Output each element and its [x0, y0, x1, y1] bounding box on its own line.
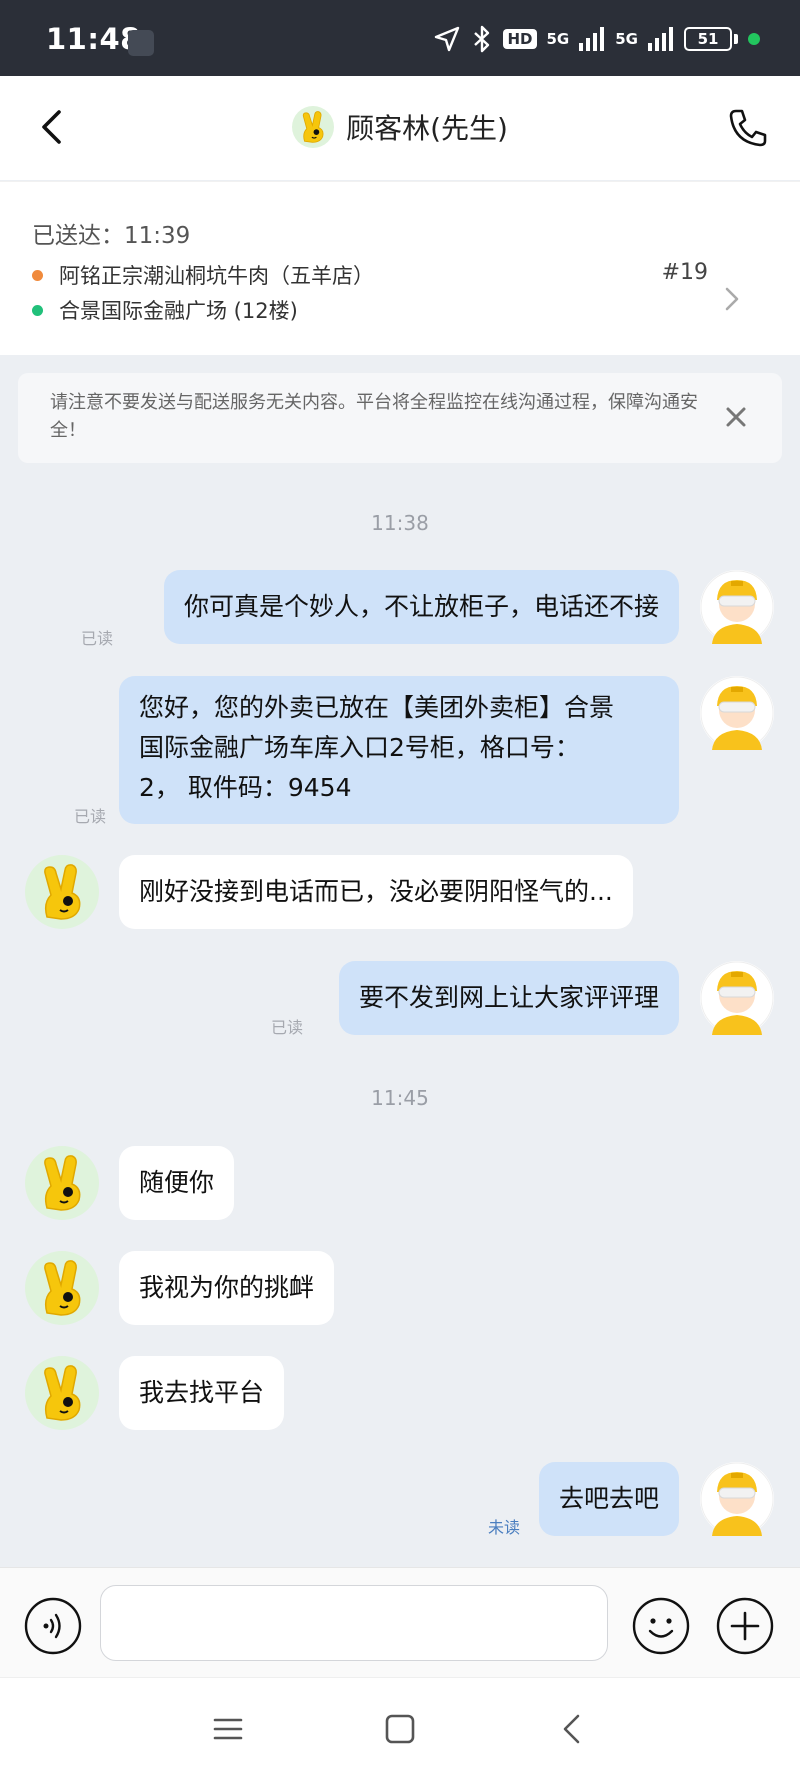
destination-row: 合景国际金融广场 (12楼): [32, 295, 298, 325]
recording-icon: [128, 30, 154, 56]
signal-icon-2: [648, 27, 673, 51]
message-line: 2， 取件码：9454: [139, 773, 352, 802]
order-summary-card[interactable]: 已送达：11:39 阿铭正宗潮汕桐坑牛肉（五羊店） 合景国际金融广场 (12楼)…: [0, 181, 800, 355]
pickup-dot: [32, 269, 43, 281]
outgoing-message[interactable]: 去吧去吧: [538, 1462, 679, 1536]
menu-icon[interactable]: [211, 1712, 245, 1746]
bluetooth-icon: [474, 25, 490, 53]
message-input-bar: [0, 1567, 800, 1677]
incoming-message[interactable]: 刚好没接到电话而已，没必要阴阳怪气的...: [119, 855, 633, 929]
location-arrow-icon: [435, 26, 460, 52]
customer-avatar-icon[interactable]: [25, 1356, 99, 1430]
delivery-status: 已送达：11:39: [32, 223, 191, 249]
customer-avatar-icon[interactable]: [25, 1146, 99, 1220]
status-time: 11:48: [46, 22, 141, 56]
phone-icon[interactable]: [726, 106, 770, 150]
message-line: 您好，您的外卖已放在【美团外卖柜】合景: [139, 693, 615, 722]
home-square-icon[interactable]: [383, 1712, 417, 1746]
chat-messages[interactable]: 11:38 你可真是个妙人，不让放柜子，电话还不接 已读 您好，您的外卖已放在【…: [0, 463, 800, 1567]
hd-badge: HD: [503, 29, 537, 49]
plus-icon[interactable]: [716, 1597, 774, 1655]
destination-dot: [32, 304, 43, 316]
battery-level: 51: [697, 30, 719, 48]
read-status: 已读: [81, 629, 114, 648]
incoming-message[interactable]: 我去找平台: [119, 1356, 285, 1430]
message-input[interactable]: [100, 1585, 608, 1661]
courier-avatar-icon[interactable]: [700, 961, 774, 1035]
customer-avatar-icon[interactable]: [25, 855, 99, 929]
read-status: 已读: [271, 1018, 304, 1037]
battery-indicator: 51: [684, 27, 738, 51]
timestamp: 11:38: [371, 511, 429, 535]
outgoing-message[interactable]: 你可真是个妙人，不让放柜子，电话还不接: [163, 570, 679, 644]
voice-icon[interactable]: [24, 1597, 82, 1655]
safety-notice: 请注意不要发送与配送服务无关内容。平台将全程监控在线沟通过程，保障沟通安全！: [18, 373, 782, 463]
read-status: 已读: [74, 807, 107, 826]
back-triangle-icon[interactable]: [555, 1712, 589, 1746]
order-number: #19: [661, 260, 708, 285]
pickup-store: 阿铭正宗潮汕桐坑牛肉（五羊店）: [59, 264, 374, 288]
courier-avatar-icon[interactable]: [700, 570, 774, 644]
page-title: 顾客林(先生): [346, 112, 508, 145]
incoming-message[interactable]: 我视为你的挑衅: [119, 1251, 335, 1325]
customer-avatar-icon: [292, 106, 335, 148]
courier-avatar-icon[interactable]: [700, 676, 774, 750]
incoming-message[interactable]: 随便你: [119, 1146, 235, 1220]
chat-header: 顾客林(先生): [0, 76, 800, 180]
destination-address: 合景国际金融广场 (12楼): [59, 299, 298, 323]
pickup-row: 阿铭正宗潮汕桐坑牛肉（五羊店）: [32, 260, 374, 290]
outgoing-message[interactable]: 您好，您的外卖已放在【美团外卖柜】合景 国际金融广场车库入口2号柜，格口号： 2…: [119, 676, 679, 824]
signal-icon: [579, 27, 605, 51]
timestamp: 11:45: [371, 1086, 429, 1110]
status-indicators: HD 5G 5G 51: [433, 24, 760, 54]
courier-avatar-icon[interactable]: [700, 1462, 774, 1536]
close-icon[interactable]: [724, 405, 748, 429]
network-label-2: 5G: [615, 30, 638, 48]
chevron-right-icon[interactable]: [722, 286, 742, 312]
notice-text: 请注意不要发送与配送服务无关内容。平台将全程监控在线沟通过程，保障沟通安全！: [50, 392, 698, 441]
privacy-indicator-dot: [748, 33, 760, 45]
customer-avatar-icon[interactable]: [25, 1251, 99, 1325]
unread-status: 未读: [488, 1518, 521, 1537]
outgoing-message[interactable]: 要不发到网上让大家评评理: [338, 961, 679, 1035]
emoji-icon[interactable]: [632, 1597, 690, 1655]
status-bar: 11:48 HD 5G 5G 51: [0, 0, 800, 76]
message-line: 国际金融广场车库入口2号柜，格口号：: [139, 733, 580, 762]
network-label-1: 5G: [546, 30, 570, 48]
system-nav-bar: [0, 1677, 800, 1778]
